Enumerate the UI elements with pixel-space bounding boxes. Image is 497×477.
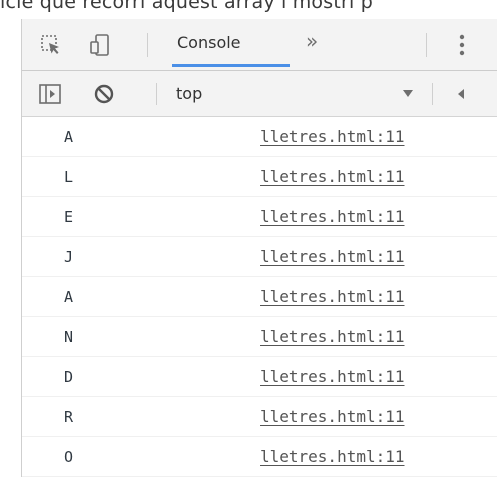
console-source-link[interactable]: lletres.html:11: [260, 287, 405, 306]
console-source-link[interactable]: lletres.html:11: [260, 407, 405, 426]
console-source-link[interactable]: lletres.html:11: [260, 327, 405, 346]
console-message-text: A: [64, 128, 74, 146]
kebab-menu-icon[interactable]: [452, 31, 472, 59]
console-source-link[interactable]: lletres.html:11: [260, 127, 405, 146]
clear-console-icon[interactable]: [92, 82, 116, 106]
console-message-row: Alletres.html:11: [22, 117, 497, 157]
console-message-row: Elletres.html:11: [22, 197, 497, 237]
console-message-row: Nlletres.html:11: [22, 317, 497, 357]
console-message-text: N: [64, 328, 74, 346]
console-message-text: D: [64, 368, 74, 386]
toolbar-divider-right: [426, 33, 427, 57]
console-message-text: A: [64, 288, 74, 306]
console-source-link[interactable]: lletres.html:11: [260, 167, 405, 186]
console-message-text: J: [64, 248, 74, 266]
console-messages: Alletres.html:11 Llletres.html:11 Elletres…: [22, 117, 497, 477]
console-message-row: Olletres.html:11: [22, 437, 497, 477]
more-tabs-button[interactable]: »: [306, 29, 318, 53]
inspect-element-icon[interactable]: [38, 33, 64, 57]
console-message-row: Jlletres.html:11: [22, 237, 497, 277]
device-toolbar-icon[interactable]: [88, 32, 114, 58]
console-source-link[interactable]: lletres.html:11: [260, 367, 405, 386]
console-filter-bar: top: [22, 71, 497, 117]
page-caption-text: icle que recorri aquest array i mostri p: [0, 0, 373, 13]
console-message-text: R: [64, 408, 74, 426]
devtools-toolbar: Console »: [22, 19, 497, 71]
devtools-panel: Console » top A lletres.html:11 L lletre…: [21, 19, 497, 477]
execution-context-selector[interactable]: top: [176, 84, 202, 103]
dropdown-arrow-icon[interactable]: [402, 87, 414, 101]
filterbar-divider: [156, 83, 157, 105]
console-message-text: O: [64, 448, 74, 466]
console-message-text: L: [64, 168, 74, 186]
console-message-row: Llletres.html:11: [22, 157, 497, 197]
tab-console[interactable]: Console: [177, 33, 241, 57]
collapse-arrow-icon[interactable]: [456, 87, 466, 101]
console-message-row: Rlletres.html:11: [22, 397, 497, 437]
filterbar-divider-right: [432, 83, 433, 105]
console-message-row: Alletres.html:11: [22, 277, 497, 317]
console-message-text: E: [64, 208, 74, 226]
tab-console-active-indicator: [172, 64, 290, 67]
console-source-link[interactable]: lletres.html:11: [260, 247, 405, 266]
console-source-link[interactable]: lletres.html:11: [260, 447, 405, 466]
toolbar-divider: [147, 33, 148, 57]
console-source-link[interactable]: lletres.html:11: [260, 207, 405, 226]
console-message-row: Dlletres.html:11: [22, 357, 497, 397]
show-sidebar-icon[interactable]: [38, 83, 62, 105]
